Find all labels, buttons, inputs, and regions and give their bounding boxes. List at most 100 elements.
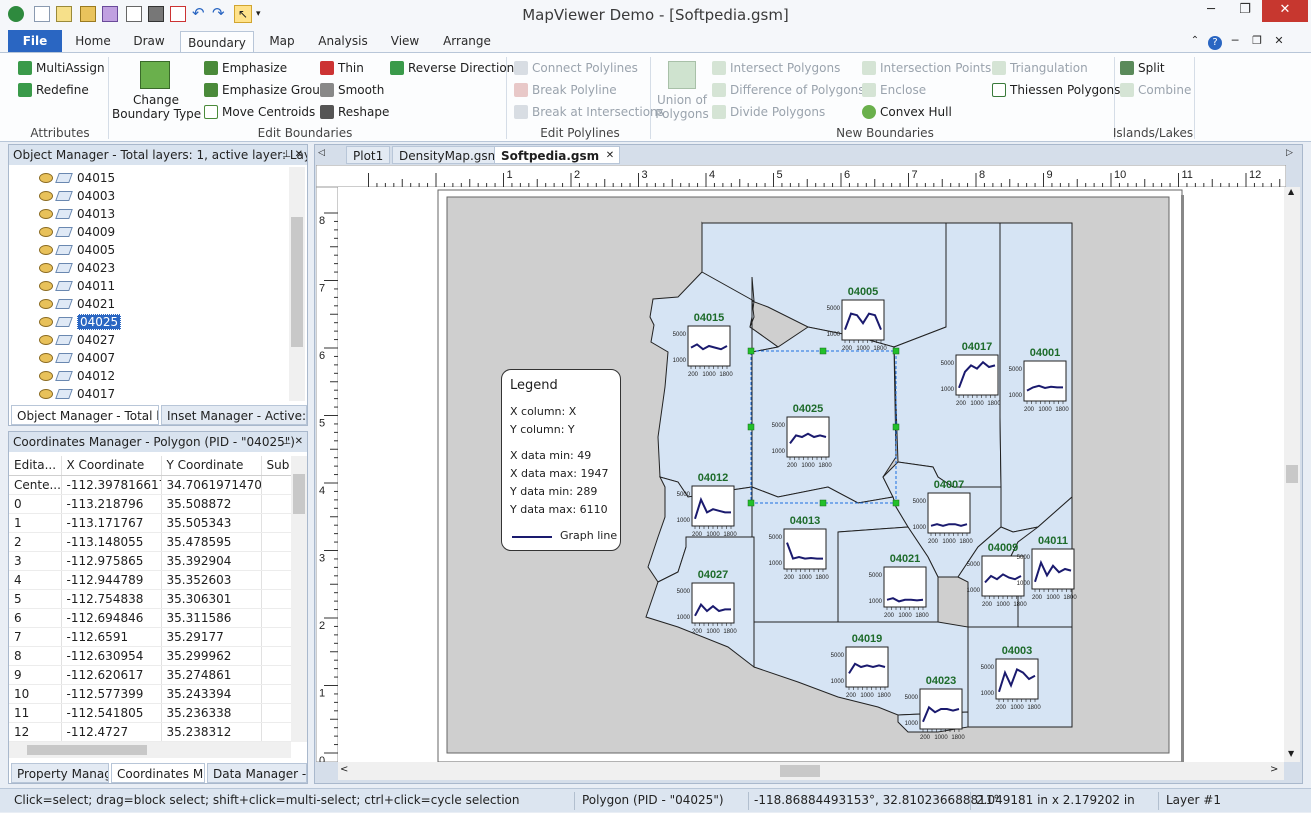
scroll-down-icon[interactable]: ▼ — [1288, 749, 1294, 758]
move-centroids-button[interactable]: Move Centroids — [204, 102, 315, 122]
pin-icon[interactable]: ⊥ — [282, 145, 291, 165]
intersection-points-button[interactable]: Intersection Points — [862, 58, 991, 78]
tree-item[interactable]: 04005 — [39, 241, 115, 259]
convex-hull-button[interactable]: Convex Hull — [862, 102, 952, 122]
tree-item[interactable]: 04011 — [39, 277, 115, 295]
break-polyline-button[interactable]: Break Polyline — [514, 80, 617, 100]
tree-item[interactable]: 04017 — [39, 385, 115, 401]
visibility-eye-icon[interactable] — [39, 173, 53, 183]
table-row[interactable]: 2 -113.148055 35.478595 — [9, 532, 291, 552]
scroll-left-icon[interactable]: < — [340, 764, 348, 775]
map-svg[interactable]: 0401550001000200 1000 18000400550001000200… — [338, 187, 1284, 762]
tab-scroll-right-icon[interactable]: ▷ — [1286, 148, 1293, 158]
selection-handle[interactable] — [892, 423, 900, 431]
doc-tab-close-icon[interactable]: ✕ — [606, 147, 614, 165]
table-row[interactable]: 11 -112.541805 35.236338 — [9, 703, 291, 723]
data-manager-tab[interactable]: Data Manager -... — [207, 763, 307, 783]
selection-handle[interactable] — [892, 499, 900, 507]
object-manager-tab[interactable]: Object Manager - Total la... — [11, 405, 159, 425]
county-label[interactable]: 04013 — [790, 515, 821, 527]
panel-close-icon[interactable]: ✕ — [295, 145, 303, 165]
table-row[interactable]: 3 -112.975865 35.392904 — [9, 551, 291, 571]
redefine-button[interactable]: Redefine — [18, 80, 89, 100]
mini-graph-frame[interactable] — [955, 354, 999, 396]
thin-button[interactable]: Thin — [320, 58, 364, 78]
grid-hscrollbar[interactable] — [9, 742, 291, 758]
scroll-up-icon[interactable]: ▲ — [1288, 187, 1294, 196]
selection-handle[interactable] — [819, 347, 827, 355]
selection-handle[interactable] — [747, 423, 755, 431]
change-boundary-type-label2[interactable]: Boundary Type — [112, 107, 201, 127]
tree-item[interactable]: 04023 — [39, 259, 115, 277]
doc-minimize-icon[interactable]: ─ — [1226, 30, 1244, 52]
scrollbar-thumb[interactable] — [27, 745, 147, 755]
doc-close-icon[interactable]: ✕ — [1270, 30, 1288, 52]
smooth-button[interactable]: Smooth — [320, 80, 384, 100]
tab-draw[interactable]: Draw — [124, 30, 174, 52]
connect-polylines-button[interactable]: Connect Polylines — [514, 58, 638, 78]
visibility-eye-icon[interactable] — [39, 317, 53, 327]
county-label[interactable]: 04005 — [848, 286, 879, 298]
thiessen-polygons-button[interactable]: Thiessen Polygons — [992, 80, 1120, 100]
tree-item[interactable]: 04013 — [39, 205, 115, 223]
table-row[interactable]: 5 -112.754838 35.306301 — [9, 589, 291, 609]
county-label[interactable]: 04003 — [1002, 645, 1033, 657]
visibility-eye-icon[interactable] — [39, 371, 53, 381]
multiassign-button[interactable]: MultiAssign — [18, 58, 105, 78]
scroll-right-icon[interactable]: > — [1270, 764, 1278, 775]
tab-scroll-left-icon[interactable]: ◁ — [318, 148, 325, 158]
inset-manager-tab[interactable]: Inset Manager - Active: N... — [161, 405, 307, 425]
tree-item[interactable]: 04009 — [39, 223, 115, 241]
emphasize-group-button[interactable]: Emphasize Group — [204, 80, 327, 100]
table-row[interactable]: 10 -112.577399 35.243394 — [9, 684, 291, 704]
union-of-polygons-icon[interactable] — [668, 61, 696, 89]
split-button[interactable]: Split — [1120, 58, 1165, 78]
property-manager-tab[interactable]: Property Manag... — [11, 763, 109, 783]
county-label[interactable]: 04007 — [934, 479, 965, 491]
table-row[interactable]: 4 -112.944789 35.352603 — [9, 570, 291, 590]
intersect-polygons-button[interactable]: Intersect Polygons — [712, 58, 840, 78]
doc-restore-icon[interactable]: ❐ — [1248, 30, 1266, 52]
legend-box[interactable]: Legend X column: X Y column: Y X data mi… — [501, 369, 621, 551]
doc-tab-plot1[interactable]: Plot1 — [346, 146, 391, 164]
col-y-coordinate[interactable]: Y Coordinate — [161, 456, 262, 476]
selection-handle[interactable] — [892, 347, 900, 355]
tab-view[interactable]: View — [380, 30, 430, 52]
grid-vscrollbar[interactable] — [291, 456, 307, 742]
mini-graph-frame[interactable] — [981, 555, 1025, 597]
canvas-hscrollbar[interactable]: < > — [338, 762, 1284, 780]
reshape-button[interactable]: Reshape — [320, 102, 389, 122]
visibility-eye-icon[interactable] — [39, 299, 53, 309]
table-row[interactable]: 7 -112.6591 35.29177 — [9, 627, 291, 647]
col-sub[interactable]: Sub — [261, 456, 291, 476]
tree-scrollbar[interactable] — [289, 167, 305, 401]
union-label2[interactable]: Polygons — [654, 107, 710, 127]
pin-icon[interactable]: ⊥ — [282, 432, 291, 452]
table-row[interactable]: 12 -112.4727 35.238312 — [9, 722, 291, 742]
coordinates-grid[interactable]: Edita... X Coordinate Y Coordinate Sub C… — [9, 456, 291, 742]
maximize-button[interactable]: ❐ — [1228, 0, 1262, 22]
county-label[interactable]: 04009 — [988, 542, 1019, 554]
scrollbar-thumb[interactable] — [780, 765, 820, 777]
tree-item[interactable]: 04007 — [39, 349, 115, 367]
change-boundary-type-icon[interactable] — [140, 61, 170, 89]
mini-graph-frame[interactable] — [1023, 360, 1067, 402]
difference-of-polygons-button[interactable]: Difference of Polygons — [712, 80, 864, 100]
doc-tab-softpedia[interactable]: Softpedia.gsm ✕ — [494, 146, 621, 165]
col-editable[interactable]: Edita... — [9, 456, 62, 476]
county-label[interactable]: 04019 — [852, 633, 883, 645]
scrollbar-thumb[interactable] — [291, 217, 303, 347]
selection-handle[interactable] — [819, 499, 827, 507]
doc-tab-densitymap[interactable]: DensityMap.gsm — [392, 146, 507, 164]
minimize-button[interactable]: ─ — [1194, 0, 1228, 22]
tab-analysis[interactable]: Analysis — [312, 30, 374, 52]
mini-graph-frame[interactable] — [691, 582, 735, 624]
panel-close-icon[interactable]: ✕ — [295, 432, 303, 452]
county-label[interactable]: 04001 — [1030, 347, 1061, 359]
close-button[interactable]: ✕ — [1262, 0, 1308, 22]
selection-handle[interactable] — [747, 347, 755, 355]
county-label[interactable]: 04017 — [962, 341, 993, 353]
visibility-eye-icon[interactable] — [39, 335, 53, 345]
selection-handle[interactable] — [747, 499, 755, 507]
table-row[interactable]: 0 -113.218796 35.508872 — [9, 494, 291, 514]
